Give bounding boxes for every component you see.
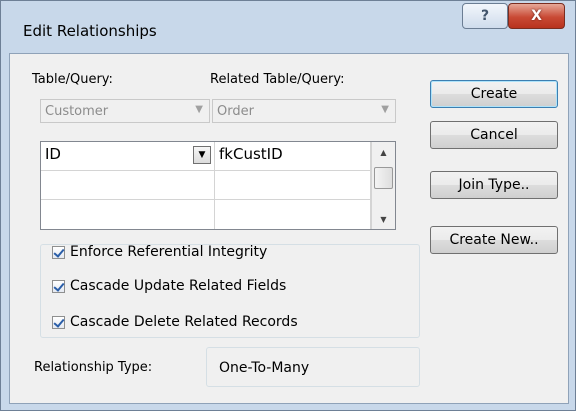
grid-scrollbar[interactable]: ▲ ▼	[371, 142, 395, 229]
help-icon: ?	[480, 8, 490, 24]
grid-cell-left[interactable]	[41, 200, 215, 229]
arrow-up-icon[interactable]: ▲	[372, 142, 395, 162]
dialog-title: Edit Relationships	[23, 22, 157, 40]
enforce-integrity-checkbox[interactable]: Enforce Referential Integrity	[52, 244, 267, 260]
related-table-query-combo[interactable]: Order ▼	[212, 99, 396, 123]
title-bar: Edit Relationships ? X	[9, 1, 569, 53]
relationship-type-label: Relationship Type:	[34, 360, 153, 375]
grid-cell-left[interactable]	[41, 171, 215, 200]
dialog-window: Edit Relationships ? X Table/Query: Rela…	[0, 0, 576, 411]
dialog-content: Table/Query: Related Table/Query: Custom…	[9, 53, 569, 404]
field-dropdown-button[interactable]: ▼	[193, 146, 211, 164]
create-button[interactable]: Create	[430, 80, 558, 108]
arrow-down-icon[interactable]: ▼	[372, 209, 395, 229]
grid-cell-right[interactable]	[215, 200, 371, 229]
grid-cell-right[interactable]: fkCustID	[215, 142, 371, 171]
grid-cell-left[interactable]: ID ▼	[41, 142, 215, 171]
chevron-down-icon: ▼	[381, 104, 389, 115]
table-query-value: Customer	[45, 104, 109, 119]
cascade-delete-checkbox[interactable]: Cascade Delete Related Records	[52, 314, 298, 330]
relationship-type-box: One-To-Many	[206, 347, 420, 387]
close-button[interactable]: X	[508, 3, 565, 29]
grid-cell-right[interactable]	[215, 171, 371, 200]
cascade-update-label: Cascade Update Related Fields	[70, 278, 287, 294]
cancel-button[interactable]: Cancel	[430, 121, 558, 149]
table-query-label: Table/Query:	[32, 72, 113, 87]
cascade-update-checkbox[interactable]: Cascade Update Related Fields	[52, 278, 286, 294]
chevron-down-icon: ▼	[198, 150, 206, 160]
help-button[interactable]: ?	[462, 3, 508, 29]
checkmark-icon[interactable]	[52, 245, 65, 259]
scrollbar-thumb[interactable]	[374, 167, 393, 189]
join-type-button[interactable]: Join Type..	[430, 171, 558, 199]
enforce-integrity-label: Enforce Referential Integrity	[70, 244, 268, 260]
table-query-combo[interactable]: Customer ▼	[40, 99, 210, 123]
related-table-query-label: Related Table/Query:	[210, 72, 345, 87]
close-icon: X	[531, 8, 542, 24]
relationship-type-value: One-To-Many	[219, 360, 310, 376]
fields-grid: ID ▼ fkCustID ▲ ▼	[40, 141, 396, 230]
checkmark-icon[interactable]	[52, 315, 65, 329]
cascade-delete-label: Cascade Delete Related Records	[70, 314, 298, 330]
grid-cell-text: fkCustID	[219, 145, 283, 163]
grid-cell-text: ID	[45, 145, 61, 163]
checkmark-icon[interactable]	[52, 279, 65, 293]
chevron-down-icon: ▼	[195, 104, 203, 115]
create-new-button[interactable]: Create New..	[430, 226, 558, 254]
related-table-query-value: Order	[217, 104, 254, 119]
